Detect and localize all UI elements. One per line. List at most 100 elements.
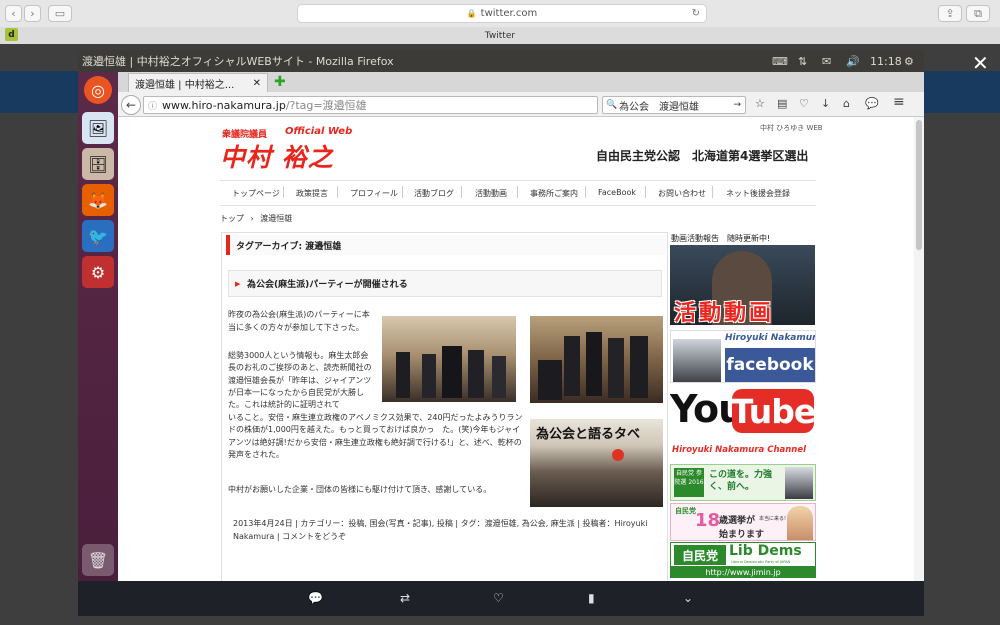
- nav-item-top[interactable]: トップページ: [232, 188, 280, 199]
- post-paragraph-2-continued: いること。安倍・麻生連立政権のアベノミクス効果で、240円だったよみうりランドの…: [228, 413, 523, 459]
- post-paragraph-3: 中村がお願いした企業・団体の皆様にも駆け付けて頂き、感謝している。: [228, 485, 492, 494]
- ldp-url[interactable]: http://www.jimin.jp: [671, 566, 815, 577]
- breadcrumb-separator: ›: [250, 214, 254, 223]
- like-icon[interactable]: ♡: [493, 591, 504, 605]
- trash-icon[interactable]: 🗑: [82, 544, 114, 576]
- firefox-url-bar[interactable]: ⓘ www.hiro-nakamura.jp/?tag=渡邉恒雄: [143, 96, 598, 114]
- post-meta: 2013年4月24日 | カテゴリー：投稿, 国会(写真・記事), 投稿 | タ…: [233, 519, 648, 541]
- share-icon[interactable]: ⇪: [938, 5, 962, 22]
- reply-icon[interactable]: 💬: [308, 591, 323, 605]
- party-photo-1[interactable]: [382, 316, 516, 402]
- star-icon[interactable]: ☆: [755, 97, 765, 110]
- chevron-down-icon[interactable]: ⌄: [683, 591, 693, 605]
- sidebar-icon[interactable]: ▭: [48, 5, 72, 22]
- firefox-tab[interactable]: 渡邉恒雄 | 中村裕之... ✕: [128, 73, 268, 92]
- download-icon[interactable]: ↓: [821, 97, 830, 110]
- party-photo-3[interactable]: 為公会と語るタベ: [530, 419, 663, 507]
- document-viewer-icon[interactable]: 🖼: [82, 112, 114, 144]
- youth-text: 歳選挙が: [719, 516, 756, 526]
- analytics-icon[interactable]: ▮: [588, 591, 595, 605]
- ldp-en: Lib Dems: [729, 543, 802, 559]
- party-photo-2[interactable]: [530, 316, 663, 403]
- nav-item-blog[interactable]: 活動ブログ: [414, 188, 454, 199]
- scrollbar-thumb[interactable]: [916, 120, 922, 250]
- ldp-youth-banner[interactable]: 自民党 18 歳選挙が 本当に来る! 始まります: [670, 503, 816, 541]
- nav-item-contact[interactable]: お問い合わせ: [658, 188, 706, 199]
- retweet-icon[interactable]: ⇄: [400, 591, 410, 605]
- close-icon[interactable]: ✕: [972, 51, 989, 75]
- ldp-election-banner[interactable]: 自民党 参院選 2016 この道を。力強く、前へ。: [670, 464, 816, 501]
- video-banner-text: 活動動画: [674, 301, 775, 325]
- new-tab-icon[interactable]: ✚: [274, 74, 286, 90]
- nav-divider: [402, 186, 403, 198]
- keyboard-icon[interactable]: ⌨: [772, 50, 788, 72]
- site-badge-icon: d: [5, 28, 18, 41]
- files-icon[interactable]: 🗄: [82, 148, 114, 180]
- post-title[interactable]: ▶ 為公会(麻生派)パーティーが開催される: [228, 270, 662, 297]
- youtube-banner[interactable]: You Tube Hiroyuki Nakamura Channel: [670, 387, 816, 460]
- firefox-search-bar[interactable]: 🔍 為公会 渡邉恒雄 →: [602, 96, 746, 114]
- safari-url: twitter.com: [480, 8, 538, 19]
- post-paragraph-2b: いること。安倍・麻生連立政権のアベノミクス効果で、240円だったよみうりランドの…: [228, 412, 526, 464]
- ubuntu-dash-icon[interactable]: ◎: [84, 76, 112, 104]
- menu-icon[interactable]: ≡: [893, 94, 905, 110]
- thunderbird-icon[interactable]: 🐦: [82, 220, 114, 252]
- forward-button[interactable]: ›: [24, 5, 41, 22]
- reading-list-icon[interactable]: ▤: [777, 97, 787, 110]
- ldp-slogan: この道を。力強く、前へ。: [709, 470, 773, 492]
- tab-close-icon[interactable]: ✕: [253, 78, 261, 89]
- post-title-text[interactable]: 為公会(麻生派)パーティーが開催される: [247, 277, 408, 290]
- facebook-banner[interactable]: Hiroyuki Nakamura facebook: [670, 330, 816, 383]
- nav-item-profile[interactable]: プロフィール: [350, 188, 398, 199]
- mail-icon[interactable]: ✉: [822, 50, 831, 72]
- logo-official: Official Web: [285, 126, 353, 137]
- nav-item-supporters[interactable]: ネット後援会登録: [726, 188, 790, 199]
- home-icon[interactable]: ⌂: [843, 97, 850, 110]
- nav-divider: [461, 186, 462, 198]
- ldp-logo-small: 自民党: [675, 507, 696, 515]
- safari-address-bar[interactable]: 🔒 twitter.com ↻: [297, 4, 707, 23]
- youth-small: 本当に来る!: [759, 516, 787, 522]
- back-button[interactable]: ‹: [5, 5, 22, 22]
- youth-number: 18: [695, 510, 721, 531]
- search-go-icon[interactable]: →: [733, 100, 741, 110]
- back-arrow-icon[interactable]: ←: [121, 95, 141, 115]
- ldp-jp: 自民党: [674, 545, 726, 565]
- youth-text-2: 始まります: [719, 530, 765, 540]
- pocket-icon[interactable]: ♡: [799, 97, 809, 110]
- post-paragraph-1: 昨夜の為公会(麻生派)のパーティーに本当に多くの方々が参加して下さった。: [228, 310, 370, 332]
- nav-item-video[interactable]: 活動動画: [475, 188, 507, 199]
- tabs-icon[interactable]: ⧉: [966, 5, 990, 22]
- reload-icon[interactable]: ↻: [692, 8, 700, 19]
- activity-video-banner[interactable]: 活動動画: [670, 245, 815, 325]
- url-domain: www.hiro-nakamura.jp: [162, 98, 286, 112]
- url-path: /?tag=渡邉恒雄: [285, 99, 367, 112]
- post-paragraph-2a: 総勢3000人という情報も。麻生太郎会長のお礼のご挨拶のあと、読売新聞社の渡邉恒…: [228, 351, 372, 410]
- firefox-icon[interactable]: 🦊: [82, 184, 114, 216]
- nav-item-office[interactable]: 事務所ご案内: [530, 188, 578, 199]
- ldp-badge: 自民党 参院選 2016: [674, 468, 704, 497]
- firefox-tab-title: 渡邉恒雄 | 中村裕之...: [135, 79, 235, 91]
- clock[interactable]: 11:18: [870, 50, 902, 72]
- info-icon: ⓘ: [148, 101, 158, 112]
- settings-icon[interactable]: ⚙: [82, 256, 114, 288]
- ldp-sub: Liberal Democratic Party of JAPAN: [731, 560, 791, 564]
- network-icon[interactable]: ⇅: [798, 50, 807, 72]
- volume-icon[interactable]: 🔊: [846, 50, 860, 72]
- nav-item-facebook[interactable]: FaceBook: [598, 188, 636, 197]
- header-text: 自由民主党公認 北海道第4選挙区選出: [596, 149, 809, 163]
- facebook-word: facebook: [725, 348, 815, 382]
- breadcrumb-current: 渡邉恒雄: [260, 214, 293, 223]
- nav-divider: [712, 186, 713, 198]
- breadcrumb-home[interactable]: トップ: [220, 214, 244, 223]
- chat-icon[interactable]: 💬: [865, 97, 879, 110]
- ldp-link-banner[interactable]: 自民党 Lib Dems Liberal Democratic Party of…: [670, 542, 816, 578]
- logo-name[interactable]: 中村 裕之: [220, 138, 334, 174]
- nav-item-policy[interactable]: 政策提言: [296, 188, 328, 199]
- youtube-channel: Hiroyuki Nakamura Channel: [672, 445, 807, 455]
- nav-divider: [517, 186, 518, 198]
- ubuntu-launcher: ◎ 🖼 🗄 🦊 🐦 ⚙ 🗑: [78, 72, 118, 581]
- safari-tab[interactable]: Twitter: [0, 27, 1000, 44]
- gear-icon[interactable]: ⚙: [904, 50, 914, 72]
- search-icon: 🔍: [606, 100, 618, 110]
